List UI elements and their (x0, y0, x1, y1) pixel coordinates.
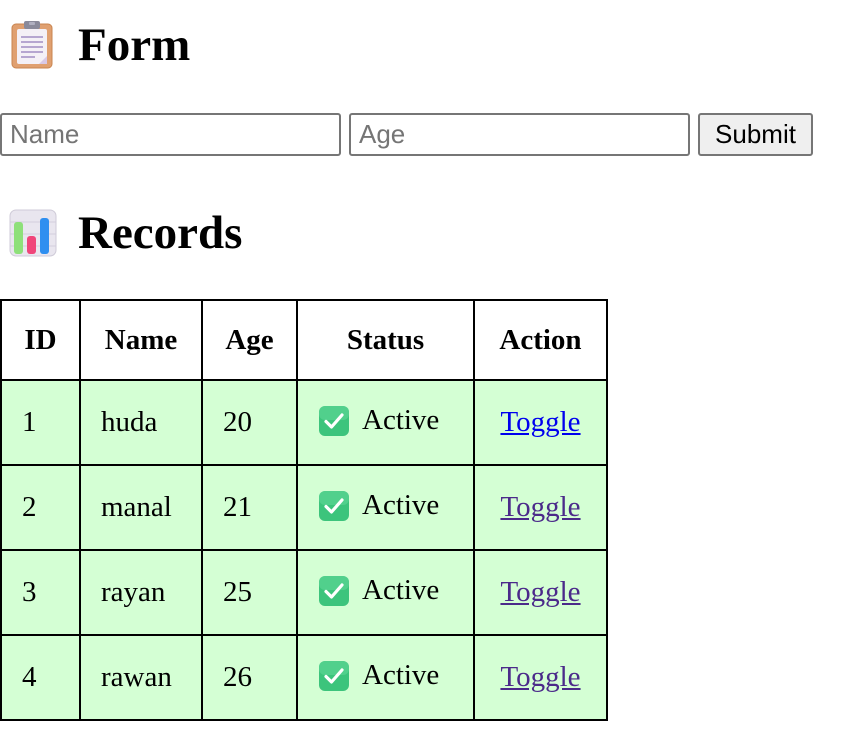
cell-status: Active (296, 464, 475, 551)
table-header-row: ID Name Age Status Action (0, 299, 608, 381)
check-mark-button-icon (319, 490, 349, 521)
toggle-link[interactable]: Toggle (500, 491, 580, 523)
cell-age: 26 (201, 634, 298, 721)
header-status: Status (296, 299, 475, 381)
records-heading: Records (8, 208, 242, 258)
status-indicator: Active (318, 570, 439, 607)
table-row: 3 rayan 25 Active Toggle (0, 549, 608, 636)
cell-id: 3 (0, 549, 81, 636)
status-label: Active (362, 574, 440, 607)
status-indicator: Active (318, 485, 439, 522)
records-title: Records (78, 206, 243, 259)
cell-action: Toggle (473, 379, 608, 466)
age-input[interactable] (349, 113, 690, 156)
records-table-body: 1 huda 20 Active Toggle 2 manal 21 Active Toggle 3… (0, 379, 608, 721)
submit-button[interactable]: Submit (698, 113, 813, 156)
cell-age: 25 (201, 549, 298, 636)
cell-status: Active (296, 379, 475, 466)
table-row: 1 huda 20 Active Toggle (0, 379, 608, 466)
cell-age: 20 (201, 379, 298, 466)
status-label: Active (362, 489, 440, 522)
check-mark-button-icon (319, 405, 349, 436)
bar-chart-icon (9, 209, 57, 257)
check-mark-button-icon (319, 575, 349, 606)
status-indicator: Active (318, 655, 439, 692)
cell-name: rayan (79, 549, 203, 636)
toggle-link[interactable]: Toggle (500, 406, 580, 438)
cell-name: manal (79, 464, 203, 551)
status-label: Active (362, 659, 440, 692)
cell-name: rawan (79, 634, 203, 721)
cell-status: Active (296, 634, 475, 721)
cell-action: Toggle (473, 464, 608, 551)
clipboard-icon (11, 21, 53, 69)
check-mark-button-icon (319, 660, 349, 691)
cell-id: 2 (0, 464, 81, 551)
cell-status: Active (296, 549, 475, 636)
cell-action: Toggle (473, 549, 608, 636)
toggle-link[interactable]: Toggle (500, 661, 580, 693)
status-label: Active (362, 404, 440, 437)
status-indicator: Active (318, 400, 439, 437)
header-action: Action (473, 299, 608, 381)
table-row: 4 rawan 26 Active Toggle (0, 634, 608, 721)
name-input[interactable] (0, 113, 341, 156)
cell-action: Toggle (473, 634, 608, 721)
table-row: 2 manal 21 Active Toggle (0, 464, 608, 551)
form-title: Form (78, 18, 191, 71)
toggle-link[interactable]: Toggle (500, 576, 580, 608)
cell-id: 4 (0, 634, 81, 721)
cell-id: 1 (0, 379, 81, 466)
form-heading: Form (8, 20, 190, 70)
records-table: ID Name Age Status Action 1 huda 20 Active T… (0, 299, 608, 721)
header-id: ID (0, 299, 81, 381)
header-age: Age (201, 299, 298, 381)
cell-age: 21 (201, 464, 298, 551)
header-name: Name (79, 299, 203, 381)
cell-name: huda (79, 379, 203, 466)
